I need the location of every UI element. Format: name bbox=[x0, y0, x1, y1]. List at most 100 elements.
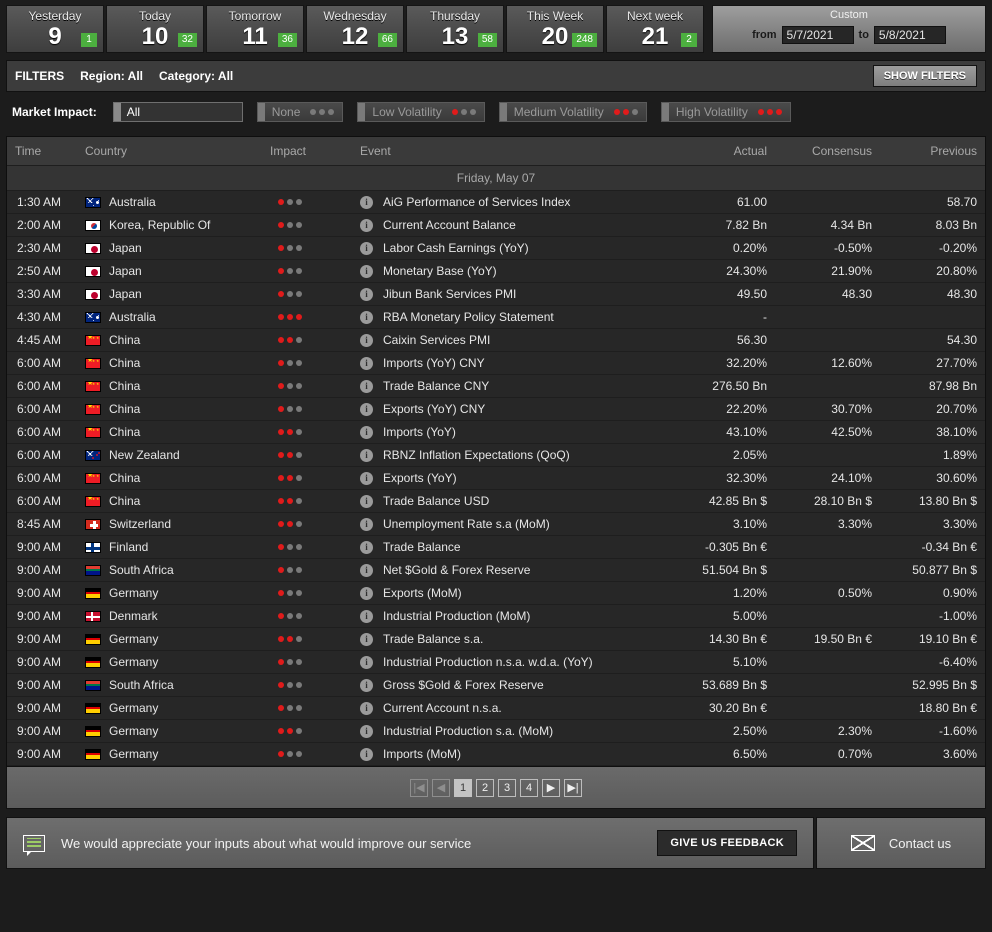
info-icon[interactable]: i bbox=[360, 724, 373, 738]
pagination-page-2[interactable]: 2 bbox=[476, 778, 494, 797]
market-impact-select[interactable]: All bbox=[112, 102, 243, 122]
event-name[interactable]: Imports (YoY) bbox=[383, 425, 456, 439]
column-header-impact[interactable]: Impact bbox=[262, 137, 352, 166]
custom-to-date-input[interactable] bbox=[873, 26, 946, 44]
event-name[interactable]: Exports (MoM) bbox=[383, 586, 462, 600]
date-tab-yesterday[interactable]: Yesterday 9 1 bbox=[6, 5, 104, 53]
date-tab-wednesday[interactable]: Wednesday 12 66 bbox=[306, 5, 404, 53]
info-icon[interactable]: i bbox=[360, 494, 373, 508]
show-filters-button[interactable]: SHOW FILTERS bbox=[872, 65, 977, 87]
table-row[interactable]: 4:45 AM China i Caixin Services PMI 56.30 54.… bbox=[7, 328, 985, 352]
info-icon[interactable]: i bbox=[360, 632, 373, 646]
info-icon[interactable]: i bbox=[360, 333, 373, 347]
info-icon[interactable]: i bbox=[360, 655, 373, 669]
table-row[interactable]: 8:45 AM Switzerland i Unemployment Rate s.a… bbox=[7, 512, 985, 536]
event-name[interactable]: RBNZ Inflation Expectations (QoQ) bbox=[383, 448, 570, 462]
impact-chip-low-volatility[interactable]: Low Volatility bbox=[357, 102, 485, 122]
table-row[interactable]: 6:00 AM New Zealand i RBNZ Inflation Expect… bbox=[7, 443, 985, 467]
table-row[interactable]: 4:30 AM Australia i RBA Monetary Policy Sta… bbox=[7, 305, 985, 329]
impact-chip-medium-volatility[interactable]: Medium Volatility bbox=[498, 102, 647, 122]
info-icon[interactable]: i bbox=[360, 241, 373, 255]
event-name[interactable]: Imports (MoM) bbox=[383, 747, 461, 761]
date-tab-today[interactable]: Today 10 32 bbox=[106, 5, 204, 53]
column-header-actual[interactable]: Actual bbox=[670, 137, 775, 166]
table-row[interactable]: 9:00 AM Germany i Exports (MoM) 1.20% 0.50% 0.… bbox=[7, 581, 985, 605]
info-icon[interactable]: i bbox=[360, 448, 373, 462]
table-row[interactable]: 9:00 AM South Africa i Net $Gold & Forex Re… bbox=[7, 558, 985, 582]
info-icon[interactable]: i bbox=[360, 356, 373, 370]
info-icon[interactable]: i bbox=[360, 540, 373, 554]
pagination-page-4[interactable]: 4 bbox=[520, 778, 538, 797]
pagination-prev-button[interactable]: ◀ bbox=[432, 778, 450, 797]
info-icon[interactable]: i bbox=[360, 701, 373, 715]
table-row[interactable]: 6:00 AM China i Imports (YoY) 43.10%42.50%38… bbox=[7, 420, 985, 444]
event-name[interactable]: Trade Balance USD bbox=[383, 494, 489, 508]
info-icon[interactable]: i bbox=[360, 471, 373, 485]
filter-category[interactable]: Category: All bbox=[159, 69, 233, 83]
event-name[interactable]: Current Account n.s.a. bbox=[383, 701, 502, 715]
give-us-feedback-button[interactable]: GIVE US FEEDBACK bbox=[657, 830, 797, 856]
info-icon[interactable]: i bbox=[360, 425, 373, 439]
info-icon[interactable]: i bbox=[360, 218, 373, 232]
event-name[interactable]: Industrial Production (MoM) bbox=[383, 609, 530, 623]
table-row[interactable]: 6:00 AM China i Exports (YoY) CNY 22.20%30.7… bbox=[7, 397, 985, 421]
event-name[interactable]: Net $Gold & Forex Reserve bbox=[383, 563, 530, 577]
info-icon[interactable]: i bbox=[360, 586, 373, 600]
event-name[interactable]: Caixin Services PMI bbox=[383, 333, 490, 347]
info-icon[interactable]: i bbox=[360, 264, 373, 278]
table-row[interactable]: 6:00 AM China i Exports (YoY) 32.30%24.10%30… bbox=[7, 466, 985, 490]
event-name[interactable]: Trade Balance bbox=[383, 540, 461, 554]
impact-chip-none[interactable]: None bbox=[256, 102, 344, 122]
event-name[interactable]: RBA Monetary Policy Statement bbox=[383, 310, 554, 324]
date-tab-this-week[interactable]: This Week 20 248 bbox=[506, 5, 604, 53]
table-row[interactable]: 9:00 AM Germany i Imports (MoM) 6.50% 0.70% 3.… bbox=[7, 742, 985, 766]
info-icon[interactable]: i bbox=[360, 563, 373, 577]
info-icon[interactable]: i bbox=[360, 609, 373, 623]
info-icon[interactable]: i bbox=[360, 747, 373, 761]
table-row[interactable]: 3:30 AM Japan i Jibun Bank Services PMI 49.5… bbox=[7, 282, 985, 306]
table-row[interactable]: 6:00 AM China i Imports (YoY) CNY 32.20%12.6… bbox=[7, 351, 985, 375]
date-tab-tomorrow[interactable]: Tomorrow 11 36 bbox=[206, 5, 304, 53]
info-icon[interactable]: i bbox=[360, 287, 373, 301]
event-name[interactable]: Industrial Production n.s.a. w.d.a. (YoY… bbox=[383, 655, 593, 669]
table-row[interactable]: 9:00 AM Finland i Trade Balance -0.305 Bn € -… bbox=[7, 535, 985, 559]
pagination-last-button[interactable]: ▶| bbox=[564, 778, 582, 797]
column-header-previous[interactable]: Previous bbox=[880, 137, 985, 166]
table-row[interactable]: 6:00 AM China i Trade Balance USD 42.85 Bn $… bbox=[7, 489, 985, 513]
event-name[interactable]: Jibun Bank Services PMI bbox=[383, 287, 516, 301]
table-row[interactable]: 9:00 AM Germany i Industrial Production s.a… bbox=[7, 719, 985, 743]
event-name[interactable]: Monetary Base (YoY) bbox=[383, 264, 497, 278]
info-icon[interactable]: i bbox=[360, 379, 373, 393]
info-icon[interactable]: i bbox=[360, 517, 373, 531]
contact-us-panel[interactable]: Contact us bbox=[816, 817, 986, 869]
info-icon[interactable]: i bbox=[360, 402, 373, 416]
custom-from-date-input[interactable] bbox=[781, 26, 854, 44]
event-name[interactable]: Unemployment Rate s.a (MoM) bbox=[383, 517, 550, 531]
event-name[interactable]: Imports (YoY) CNY bbox=[383, 356, 485, 370]
filter-region[interactable]: Region: All bbox=[80, 69, 143, 83]
table-row[interactable]: 9:00 AM South Africa i Gross $Gold & Forex … bbox=[7, 673, 985, 697]
table-row[interactable]: 9:00 AM Germany i Industrial Production n.s… bbox=[7, 650, 985, 674]
event-name[interactable]: Trade Balance s.a. bbox=[383, 632, 483, 646]
event-name[interactable]: Exports (YoY) CNY bbox=[383, 402, 485, 416]
date-tab-next-week[interactable]: Next week 21 2 bbox=[606, 5, 704, 53]
info-icon[interactable]: i bbox=[360, 678, 373, 692]
column-header-event[interactable]: Event bbox=[352, 137, 670, 166]
event-name[interactable]: Labor Cash Earnings (YoY) bbox=[383, 241, 529, 255]
date-tab-thursday[interactable]: Thursday 13 58 bbox=[406, 5, 504, 53]
table-row[interactable]: 1:30 AM Australia i AiG Performance of Serv… bbox=[7, 190, 985, 214]
event-name[interactable]: Industrial Production s.a. (MoM) bbox=[383, 724, 553, 738]
table-row[interactable]: 6:00 AM China i Trade Balance CNY 276.50 Bn 8… bbox=[7, 374, 985, 398]
info-icon[interactable]: i bbox=[360, 195, 373, 209]
pagination-next-button[interactable]: ▶ bbox=[542, 778, 560, 797]
column-header-country[interactable]: Country bbox=[77, 137, 262, 166]
pagination-page-1[interactable]: 1 bbox=[454, 778, 472, 797]
info-icon[interactable]: i bbox=[360, 310, 373, 324]
custom-date-range-tab[interactable]: Custom from to bbox=[712, 5, 986, 53]
table-row[interactable]: 9:00 AM Germany i Current Account n.s.a. 30.… bbox=[7, 696, 985, 720]
event-name[interactable]: Exports (YoY) bbox=[383, 471, 457, 485]
event-name[interactable]: Trade Balance CNY bbox=[383, 379, 489, 393]
pagination-page-3[interactable]: 3 bbox=[498, 778, 516, 797]
impact-chip-high-volatility[interactable]: High Volatility bbox=[660, 102, 791, 122]
column-header-time[interactable]: Time bbox=[7, 137, 77, 166]
